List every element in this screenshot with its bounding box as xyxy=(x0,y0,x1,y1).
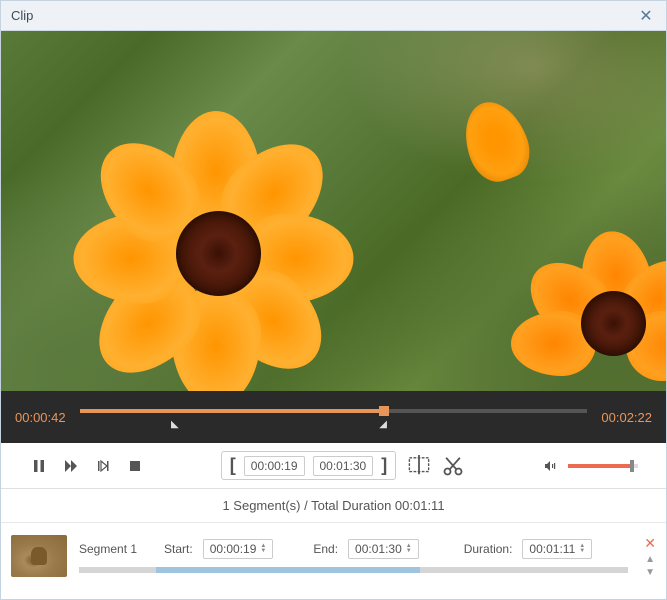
current-time-label: 00:00:42 xyxy=(15,410,66,425)
volume-handle[interactable] xyxy=(630,460,634,472)
cut-icon[interactable] xyxy=(442,455,464,477)
segment-body: Segment 1 Start: 00:00:19▲▼ End: 00:01:3… xyxy=(79,539,628,573)
window-title: Clip xyxy=(11,8,33,23)
timeline-markers: ◣ ◢ xyxy=(80,419,588,429)
in-marker-icon[interactable]: ◣ xyxy=(171,419,179,430)
segment-end-input[interactable]: 00:01:30 ▲▼ xyxy=(348,539,419,559)
close-icon[interactable]: ✕ xyxy=(636,6,656,26)
volume-icon[interactable] xyxy=(540,456,560,476)
stop-button[interactable] xyxy=(125,456,145,476)
volume-slider[interactable] xyxy=(568,464,638,468)
title-bar: Clip ✕ xyxy=(1,1,666,31)
end-label: End: xyxy=(313,542,338,556)
segment-duration-input[interactable]: 00:01:11 ▲▼ xyxy=(522,539,592,559)
segment-move-down-icon[interactable]: ▼ xyxy=(644,567,656,578)
segment-actions: ✕ ▲ ▼ xyxy=(644,535,656,578)
trim-group: [ 00:00:19 00:01:30 ] xyxy=(221,451,396,480)
timeline-container: ◣ ◢ xyxy=(80,405,588,429)
playback-bar: 00:00:42 ◣ ◢ 00:02:22 xyxy=(1,391,666,443)
video-preview-area[interactable] xyxy=(1,31,666,391)
spinner-arrows-icon[interactable]: ▲▼ xyxy=(260,544,266,554)
out-point-time-input[interactable]: 00:01:30 xyxy=(313,456,374,476)
spinner-arrows-icon[interactable]: ▲▼ xyxy=(406,544,412,554)
controls-bar: [ 00:00:19 00:01:30 ] xyxy=(1,443,666,489)
segments-summary-label: 1 Segment(s) / Total Duration 00:01:11 xyxy=(1,489,666,523)
segment-info: Segment 1 Start: 00:00:19▲▼ End: 00:01:3… xyxy=(79,539,628,559)
spinner-arrows-icon[interactable]: ▲▼ xyxy=(579,544,585,554)
segment-row: Segment 1 Start: 00:00:19▲▼ End: 00:01:3… xyxy=(1,523,666,589)
volume-group xyxy=(540,456,638,476)
segment-range-track[interactable] xyxy=(79,567,628,573)
duration-label: Duration: xyxy=(464,542,513,556)
segment-start-value: 00:00:19 xyxy=(210,542,257,556)
timeline-progress xyxy=(80,409,385,413)
total-time-label: 00:02:22 xyxy=(601,410,652,425)
segment-thumbnail[interactable] xyxy=(11,535,67,577)
out-marker-icon[interactable]: ◢ xyxy=(379,419,387,430)
set-in-bracket-button[interactable]: [ xyxy=(230,455,236,476)
segment-move-up-icon[interactable]: ▲ xyxy=(644,554,656,565)
timeline-track[interactable] xyxy=(80,409,588,413)
segment-end-value: 00:01:30 xyxy=(355,542,402,556)
volume-fill xyxy=(568,464,631,468)
segment-start-input[interactable]: 00:00:19▲▼ xyxy=(203,539,274,559)
segment-name-label: Segment 1 xyxy=(79,542,154,556)
segment-duration-value: 00:01:11 xyxy=(529,542,575,556)
start-label: Start: xyxy=(164,542,193,556)
pause-button[interactable] xyxy=(29,456,49,476)
set-out-bracket-button[interactable]: ] xyxy=(381,455,387,476)
step-forward-button[interactable] xyxy=(93,456,113,476)
in-point-time-input[interactable]: 00:00:19 xyxy=(244,456,305,476)
segment-delete-icon[interactable]: ✕ xyxy=(644,535,656,552)
video-frame-image xyxy=(1,31,666,391)
segment-range-fill xyxy=(156,567,420,573)
split-segment-icon[interactable] xyxy=(408,455,430,477)
fast-forward-button[interactable] xyxy=(61,456,81,476)
timeline-handle[interactable] xyxy=(379,406,389,416)
